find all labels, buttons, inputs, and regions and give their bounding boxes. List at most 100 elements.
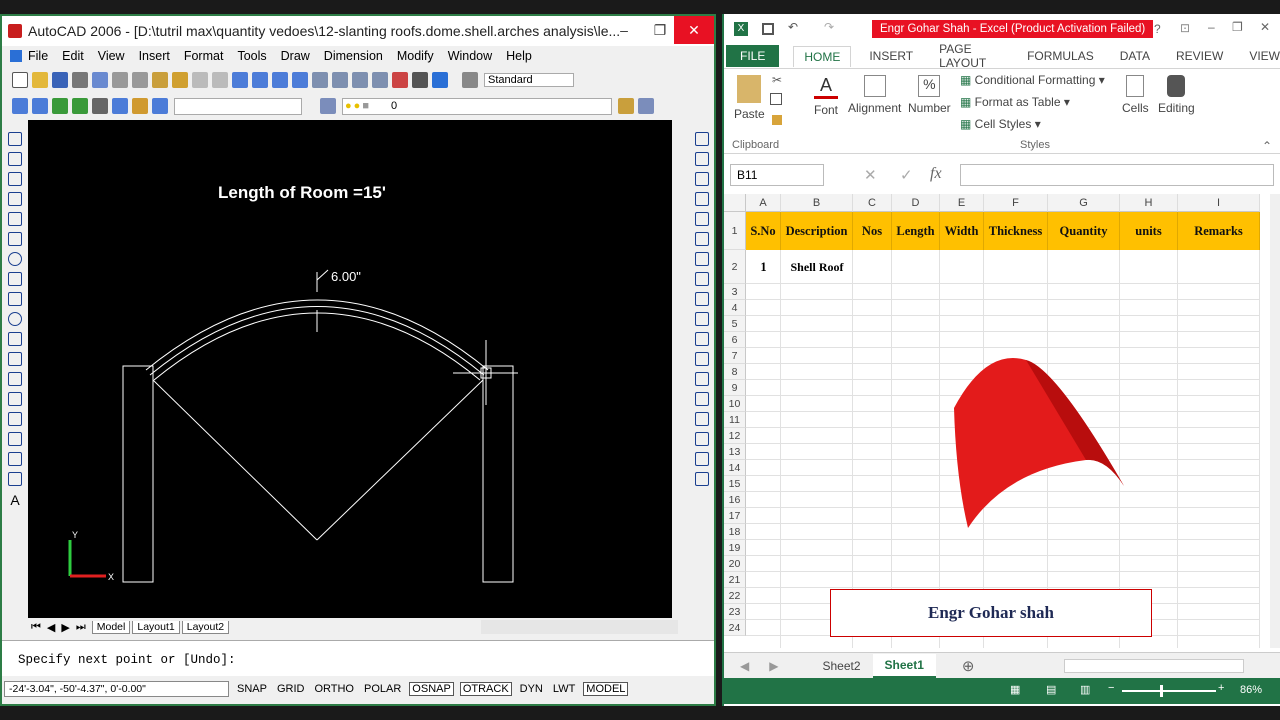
grid-toggle[interactable]: GRID bbox=[275, 683, 307, 695]
arc-icon[interactable] bbox=[8, 232, 22, 246]
point-icon[interactable] bbox=[8, 392, 22, 406]
tab-layout2[interactable]: Layout2 bbox=[181, 620, 230, 634]
author-textbox[interactable]: Engr Gohar shah bbox=[830, 589, 1152, 637]
header-length[interactable]: Length bbox=[892, 212, 940, 250]
row-header[interactable]: 3 bbox=[724, 284, 746, 300]
dist-icon[interactable] bbox=[132, 98, 148, 114]
ucs-icon[interactable] bbox=[112, 98, 128, 114]
blank-combo[interactable] bbox=[174, 97, 302, 115]
last-tab-icon[interactable]: ⏭ bbox=[76, 621, 86, 634]
shell-roof-image[interactable] bbox=[946, 358, 1126, 538]
properties-icon[interactable] bbox=[312, 72, 328, 88]
tab-layout1[interactable]: Layout1 bbox=[132, 620, 180, 634]
erase-icon[interactable] bbox=[695, 132, 709, 146]
row-header[interactable]: 17 bbox=[724, 508, 746, 524]
midpoint-icon[interactable] bbox=[72, 98, 88, 114]
header-units[interactable]: units bbox=[1120, 212, 1178, 250]
save-icon[interactable] bbox=[52, 72, 68, 88]
redo-icon[interactable]: ↷ bbox=[824, 20, 834, 34]
next-tab-icon[interactable]: ▶ bbox=[61, 621, 69, 634]
header-description[interactable]: Description bbox=[781, 212, 853, 250]
layer-manager-icon[interactable] bbox=[320, 98, 336, 114]
print-icon[interactable] bbox=[72, 72, 88, 88]
close-icon[interactable]: ✕ bbox=[1260, 20, 1270, 34]
open-icon[interactable] bbox=[32, 72, 48, 88]
tab-insert[interactable]: INSERT bbox=[869, 49, 913, 63]
tab-formulas[interactable]: FORMULAS bbox=[1027, 49, 1094, 63]
model-toggle[interactable]: MODEL bbox=[583, 682, 629, 696]
row-header[interactable]: 2 bbox=[724, 250, 746, 284]
explode-icon[interactable] bbox=[695, 432, 709, 446]
vertical-scrollbar[interactable] bbox=[674, 120, 690, 620]
first-tab-icon[interactable]: ⏮ bbox=[31, 621, 41, 634]
tab-review[interactable]: REVIEW bbox=[1176, 49, 1223, 63]
header-thickness[interactable]: Thickness bbox=[984, 212, 1048, 250]
otrack-toggle[interactable]: OTRACK bbox=[459, 682, 512, 696]
polyline-icon[interactable] bbox=[8, 172, 22, 186]
array-icon[interactable] bbox=[695, 212, 709, 226]
col-header-f[interactable]: F bbox=[984, 194, 1048, 212]
snap-from-icon[interactable] bbox=[32, 98, 48, 114]
text-style-icon[interactable] bbox=[462, 72, 478, 88]
preview-icon[interactable] bbox=[92, 72, 108, 88]
alignment-button[interactable]: Alignment bbox=[848, 75, 901, 115]
cut-icon[interactable]: ✂ bbox=[772, 73, 782, 87]
redo-icon[interactable] bbox=[212, 72, 228, 88]
cell-a2[interactable]: 1 bbox=[746, 250, 781, 284]
osnap-toggle[interactable]: OSNAP bbox=[409, 682, 454, 696]
chamfer-icon[interactable] bbox=[695, 392, 709, 406]
col-header-d[interactable]: D bbox=[892, 194, 940, 212]
number-button[interactable]: % Number bbox=[908, 75, 951, 115]
row-header[interactable]: 24 bbox=[724, 620, 746, 636]
zoom-window-icon[interactable] bbox=[272, 72, 288, 88]
area-icon[interactable] bbox=[152, 98, 168, 114]
scale-icon[interactable] bbox=[695, 272, 709, 286]
select-all-corner[interactable] bbox=[724, 194, 746, 212]
copy-icon[interactable] bbox=[770, 93, 782, 105]
add-sheet-icon[interactable]: ⊕ bbox=[962, 657, 975, 675]
zoom-slider-thumb[interactable] bbox=[1160, 685, 1163, 697]
maximize-icon[interactable]: ❐ bbox=[1232, 20, 1243, 34]
layer-combo[interactable]: ● ● ■ 0 bbox=[342, 97, 612, 115]
insert-block-icon[interactable] bbox=[8, 352, 22, 366]
horizontal-scrollbar[interactable] bbox=[481, 620, 678, 634]
polygon-icon[interactable] bbox=[8, 192, 22, 206]
tab-data[interactable]: DATA bbox=[1120, 49, 1150, 63]
row-header[interactable]: 19 bbox=[724, 540, 746, 556]
worksheet-grid[interactable]: A B C D E F G H I S.No Description Nos L… bbox=[724, 194, 1270, 648]
name-box[interactable]: B11 bbox=[730, 164, 824, 186]
row-header[interactable]: 9 bbox=[724, 380, 746, 396]
design-center-icon[interactable] bbox=[332, 72, 348, 88]
layer-previous-icon[interactable] bbox=[618, 98, 634, 114]
page-layout-view-icon[interactable]: ▤ bbox=[1046, 683, 1056, 696]
next-sheet-icon[interactable]: ▶ bbox=[769, 659, 778, 673]
lwt-toggle[interactable]: LWT bbox=[551, 683, 577, 695]
cancel-icon[interactable]: ✕ bbox=[864, 166, 877, 184]
format-as-table-button[interactable]: ▦ Format as Table ▾ bbox=[960, 95, 1070, 109]
rotate-icon[interactable] bbox=[695, 252, 709, 266]
ortho-toggle[interactable]: ORTHO bbox=[312, 683, 356, 695]
maximize-icon[interactable]: ❐ bbox=[642, 16, 678, 44]
menu-format[interactable]: Format bbox=[184, 49, 224, 63]
row-header[interactable]: 21 bbox=[724, 572, 746, 588]
revision-cloud-icon[interactable] bbox=[8, 272, 22, 286]
calculator-icon[interactable] bbox=[412, 72, 428, 88]
snap-toggle[interactable]: SNAP bbox=[235, 683, 269, 695]
ellipse-arc-icon[interactable] bbox=[8, 332, 22, 346]
sheet-set-icon[interactable] bbox=[372, 72, 388, 88]
row-header[interactable]: 7 bbox=[724, 348, 746, 364]
intersection-icon[interactable] bbox=[92, 98, 108, 114]
line-icon[interactable] bbox=[8, 132, 22, 146]
zoom-icon[interactable] bbox=[252, 72, 268, 88]
sheet-hscroll[interactable] bbox=[1064, 658, 1245, 673]
menu-window[interactable]: Window bbox=[448, 49, 492, 63]
row-header[interactable]: 1 bbox=[724, 212, 746, 250]
break-icon[interactable] bbox=[695, 352, 709, 366]
col-header-c[interactable]: C bbox=[853, 194, 892, 212]
row-header[interactable]: 10 bbox=[724, 396, 746, 412]
construction-line-icon[interactable] bbox=[8, 152, 22, 166]
row-header[interactable]: 14 bbox=[724, 460, 746, 476]
row-header[interactable]: 12 bbox=[724, 428, 746, 444]
zoom-slider[interactable] bbox=[1122, 690, 1216, 692]
menu-view[interactable]: View bbox=[98, 49, 125, 63]
